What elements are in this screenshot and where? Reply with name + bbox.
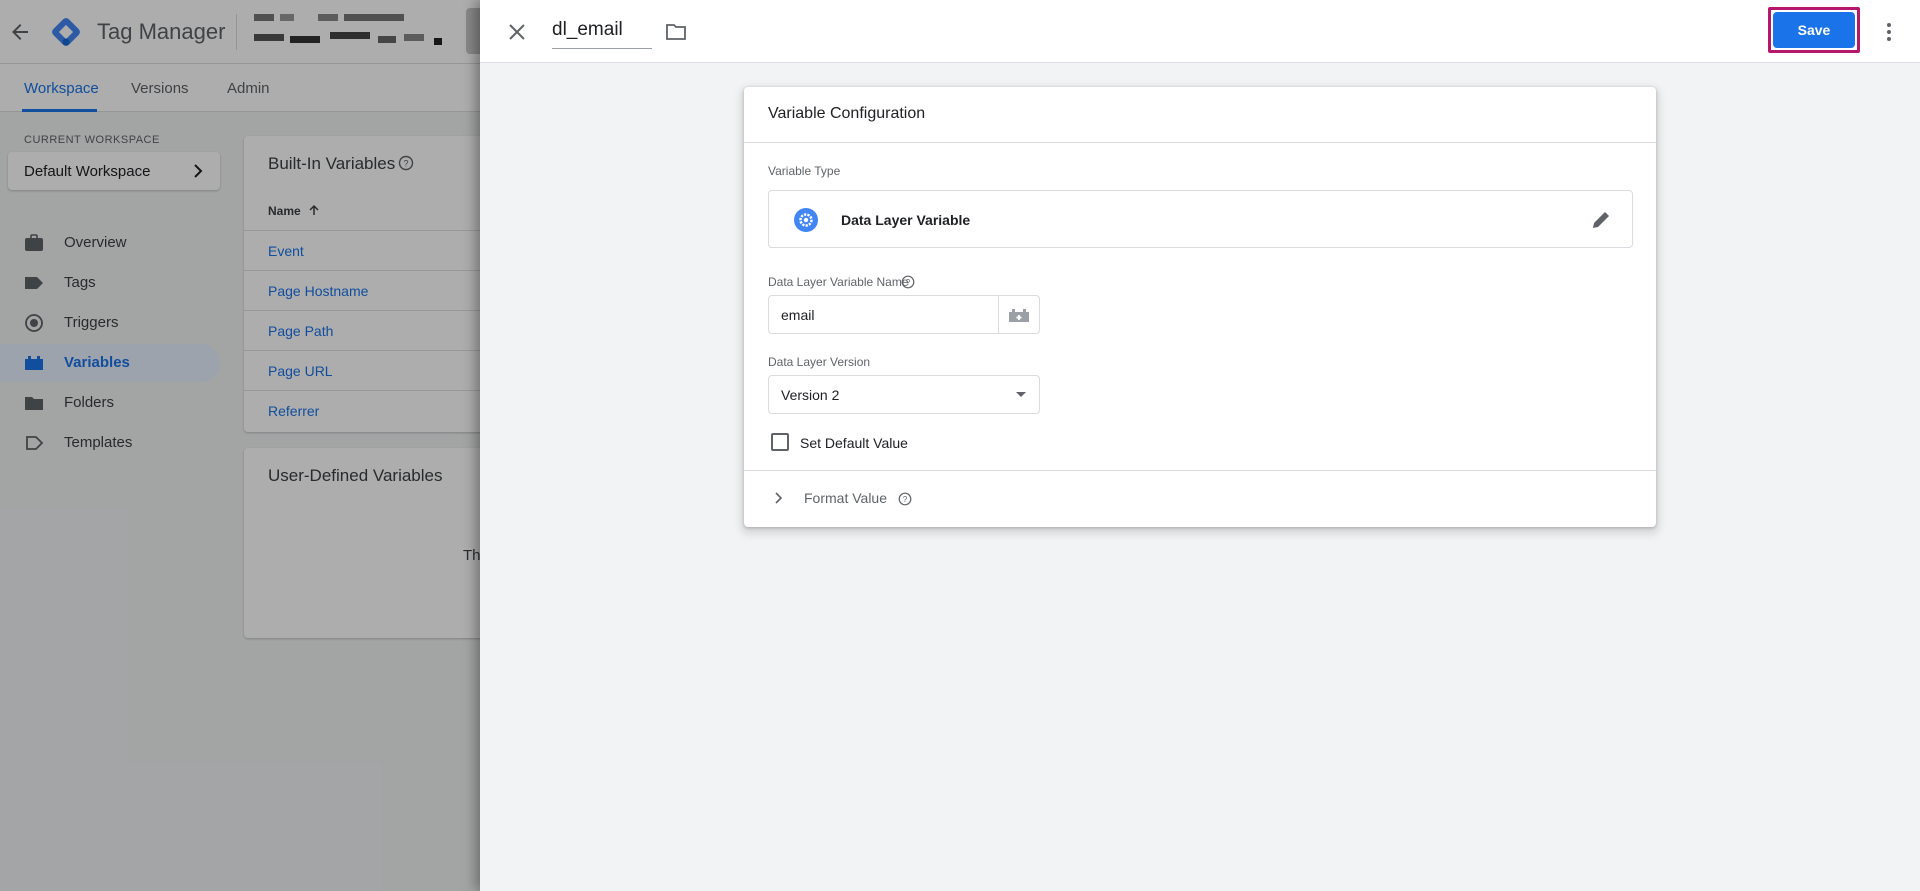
variable-type-label: Variable Type xyxy=(768,164,841,178)
modal-scrim[interactable] xyxy=(0,0,480,891)
folder-icon[interactable] xyxy=(664,20,688,44)
insert-variable-button[interactable] xyxy=(998,295,1040,334)
format-value-label: Format Value xyxy=(804,490,887,506)
format-value-expander[interactable]: Format Value ? xyxy=(744,471,1656,527)
help-icon[interactable]: ? xyxy=(901,275,915,289)
card-title: Variable Configuration xyxy=(768,105,926,122)
gear-icon xyxy=(794,208,818,232)
save-button[interactable]: Save xyxy=(1773,12,1855,48)
pencil-icon[interactable] xyxy=(1590,209,1612,231)
svg-text:?: ? xyxy=(903,495,908,504)
chevron-right-icon xyxy=(775,492,783,504)
dl-variable-name-label: Data Layer Variable Name xyxy=(768,275,909,289)
variable-type-selector[interactable]: Data Layer Variable xyxy=(768,190,1633,248)
dl-version-label: Data Layer Version xyxy=(768,355,871,369)
close-icon[interactable] xyxy=(504,19,530,45)
svg-text:?: ? xyxy=(906,278,911,287)
more-vert-icon[interactable] xyxy=(1875,18,1903,46)
variable-name-field[interactable]: dl_email xyxy=(552,19,652,49)
dl-variable-name-input[interactable] xyxy=(768,295,999,334)
set-default-value-label: Set Default Value xyxy=(800,435,908,451)
divider xyxy=(744,142,1656,143)
variable-configuration-card: Variable Configuration Variable Type Dat… xyxy=(744,87,1656,527)
variable-editor-panel: dl_email Save Variable Configuration Var… xyxy=(480,0,1920,891)
dl-version-select[interactable]: Version 2 xyxy=(768,375,1040,414)
set-default-value-checkbox[interactable] xyxy=(771,433,789,451)
dl-variable-name-label-text: Data Layer Variable Name xyxy=(768,275,909,289)
dl-version-value: Version 2 xyxy=(781,387,840,403)
variable-picker-icon xyxy=(1009,309,1029,322)
editor-header: dl_email Save xyxy=(480,0,1920,63)
dropdown-arrow-icon xyxy=(1016,392,1026,397)
help-icon[interactable]: ? xyxy=(898,492,912,506)
variable-type-name: Data Layer Variable xyxy=(841,212,971,228)
